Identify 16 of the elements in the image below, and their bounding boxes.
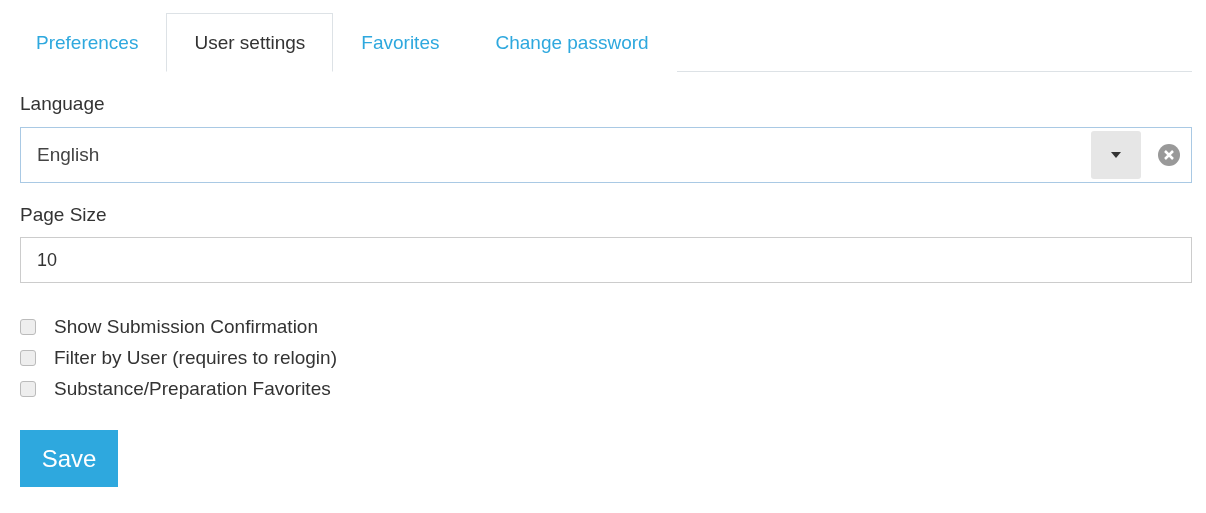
dropdown-button[interactable]: [1091, 131, 1141, 179]
field-label: Language: [20, 93, 106, 115]
caret-icon: [1111, 152, 1121, 158]
checkbox-label: Filter by User (requires to relogin): [54, 347, 337, 369]
clear-icon[interactable]: [1158, 144, 1180, 166]
checkbox-label: Substance/Preparation Favorites: [54, 378, 331, 400]
language-select[interactable]: English: [20, 127, 1192, 183]
checkbox[interactable]: [20, 319, 36, 335]
select-value: English: [37, 144, 101, 166]
field-label: Page Size: [20, 204, 108, 226]
checkbox[interactable]: [20, 350, 36, 366]
checkbox[interactable]: [20, 381, 36, 397]
checkbox-label: Show Submission Confirmation: [54, 316, 318, 338]
input-field[interactable]: 10: [20, 237, 1192, 283]
save-button[interactable]: Save: [20, 430, 118, 487]
tab[interactable]: User settings: [166, 13, 334, 72]
